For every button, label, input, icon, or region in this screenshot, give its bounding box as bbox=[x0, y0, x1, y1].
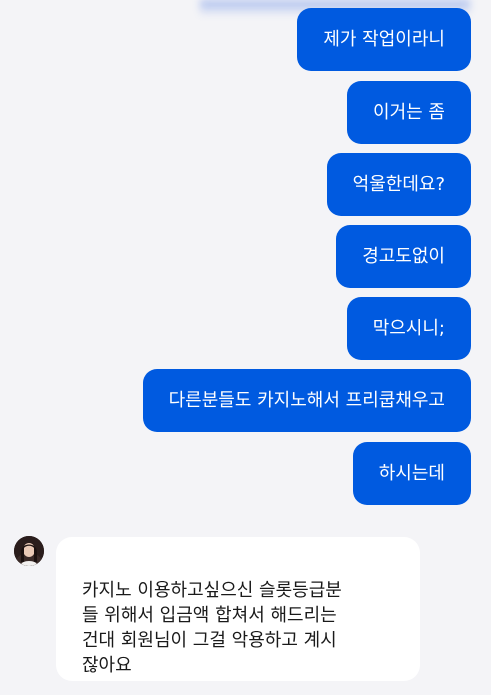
outgoing-message[interactable]: 하시는데 bbox=[352, 442, 471, 505]
message-text: 카지노 이용하고싶으신 슬롯등급분 들 위해서 입금액 합쳐서 해드리는 건대 … bbox=[82, 580, 342, 676]
message-text: 억울한데요? bbox=[352, 173, 445, 195]
message-text: 이거는 좀 bbox=[373, 101, 445, 123]
message-text: 제가 작업이라니 bbox=[323, 28, 445, 50]
message-text: 막으시니; bbox=[372, 317, 445, 339]
outgoing-message[interactable]: 막으시니; bbox=[346, 297, 471, 360]
message-text: 다른분들도 카지노해서 프리쿱채우고 bbox=[168, 389, 445, 411]
outgoing-message[interactable]: 다른분들도 카지노해서 프리쿱채우고 bbox=[142, 369, 471, 432]
message-text: 하시는데 bbox=[378, 462, 445, 484]
incoming-message[interactable]: 카지노 이용하고싶으신 슬롯등급분 들 위해서 입금액 합쳐서 해드리는 건대 … bbox=[56, 537, 420, 681]
outgoing-message[interactable]: 이거는 좀 bbox=[347, 81, 471, 144]
sender-avatar[interactable] bbox=[14, 536, 44, 566]
outgoing-message[interactable]: 제가 작업이라니 bbox=[297, 8, 471, 71]
message-text: 경고도없이 bbox=[362, 245, 445, 267]
outgoing-message[interactable]: 억울한데요? bbox=[326, 153, 471, 216]
avatar-image bbox=[14, 536, 44, 566]
outgoing-message[interactable]: 경고도없이 bbox=[336, 225, 471, 288]
